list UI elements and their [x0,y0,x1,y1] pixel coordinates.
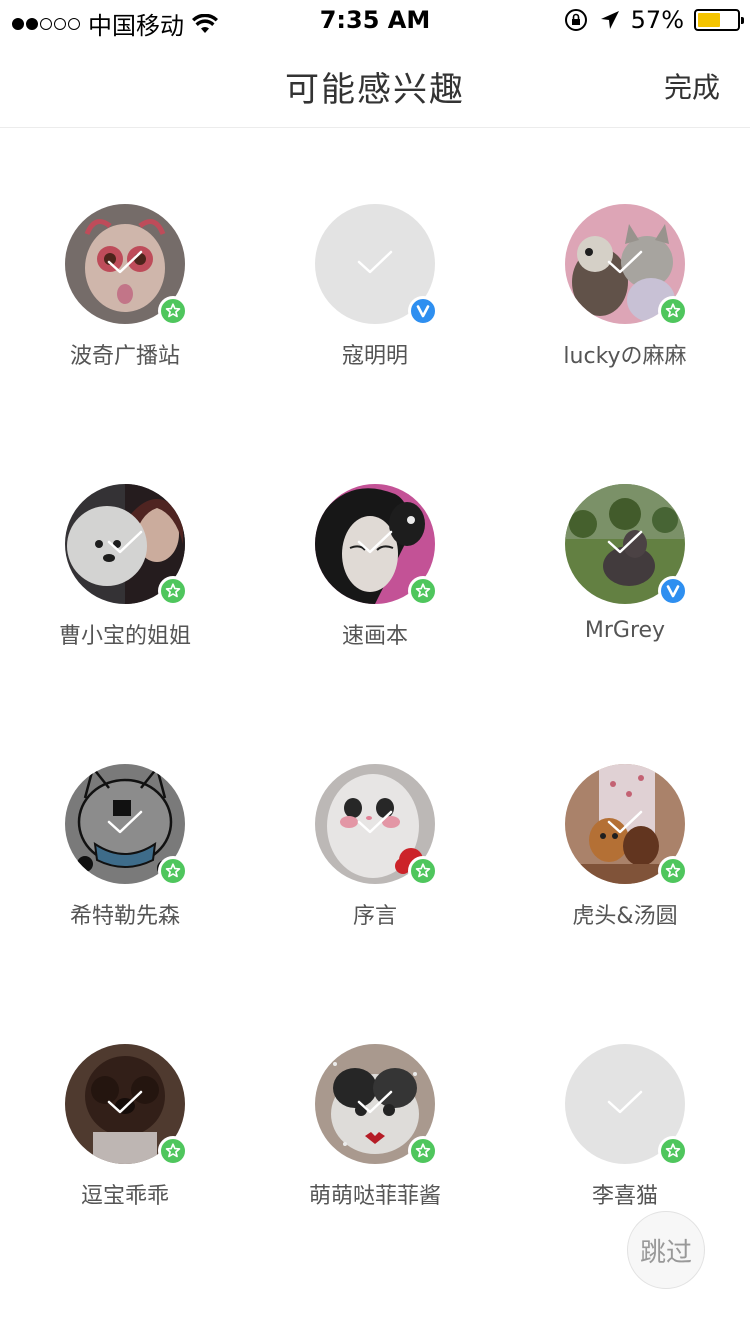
star-badge-icon [415,1143,431,1158]
star-badge [158,1136,188,1166]
star-badge-icon [665,863,681,878]
star-badge [158,576,188,606]
verified-v-icon [666,585,680,598]
user-name: 序言 [352,904,397,929]
user-card[interactable]: 希特勒先森 [0,764,250,964]
avatar-container [315,204,438,326]
orientation-lock-icon [564,9,587,31]
star-badge-icon [165,303,181,318]
star-badge [658,856,688,886]
check-icon [357,530,393,554]
check-icon [107,810,143,834]
avatar-container [315,484,438,606]
check-icon [107,1090,143,1114]
star-badge-icon [165,583,181,598]
user-card[interactable]: 虎头&汤圆 [500,764,750,964]
avatar-container [315,1044,438,1166]
user-name: 速画本 [341,624,408,649]
check-icon [357,250,393,274]
verified-badge [408,296,438,326]
user-card[interactable]: 序言 [250,764,500,964]
battery-level-fill [698,13,720,27]
star-badge [408,1136,438,1166]
user-card[interactable]: luckyの麻麻 [500,204,750,404]
avatar-container [65,204,188,326]
star-badge-icon [165,863,181,878]
check-icon [107,530,143,554]
user-name: MrGrey [584,618,666,643]
star-badge [408,576,438,606]
star-badge-icon [415,583,431,598]
check-icon [607,1090,643,1114]
skip-button[interactable]: 跳过 [627,1211,705,1289]
user-name: 曹小宝的姐姐 [58,624,191,649]
status-right: 57% [563,6,744,34]
page-title: 可能感兴趣 [285,70,465,110]
avatar-container [65,764,188,886]
star-badge-icon [415,863,431,878]
avatar-container [565,484,688,606]
user-name: 萌萌哒菲菲酱 [308,1184,441,1209]
check-icon [607,250,643,274]
star-badge-icon [665,303,681,318]
avatar-container [565,204,688,326]
verified-v-icon [416,305,430,318]
avatar-container [65,484,188,606]
star-badge [408,856,438,886]
user-card[interactable]: 曹小宝的姐姐 [0,484,250,684]
star-badge [158,296,188,326]
user-name: 寇明明 [341,344,408,369]
user-card[interactable]: 波奇广播站 [0,204,250,404]
user-card[interactable]: 李喜猫 [500,1044,750,1244]
status-bar: 中国移动 7:35 AM 57% [0,0,750,40]
avatar-container [65,1044,188,1166]
user-card[interactable]: 逗宝乖乖 [0,1044,250,1244]
check-icon [357,1090,393,1114]
check-icon [607,530,643,554]
star-badge-icon [165,1143,181,1158]
avatar-container [315,764,438,886]
navigation-bar: 可能感兴趣 完成 [0,40,750,128]
battery-percentage: 57% [630,6,684,34]
star-badge [658,1136,688,1166]
avatar-container [565,764,688,886]
user-name: 李喜猫 [591,1184,658,1209]
check-icon [107,250,143,274]
star-badge [158,856,188,886]
user-name: luckyの麻麻 [563,344,687,369]
user-card[interactable]: 寇明明 [250,204,500,404]
user-card[interactable]: 萌萌哒菲菲酱 [250,1044,500,1244]
user-name: 逗宝乖乖 [80,1184,169,1209]
verified-badge [658,576,688,606]
done-button[interactable]: 完成 [664,66,720,106]
user-card[interactable]: 速画本 [250,484,500,684]
star-badge [658,296,688,326]
check-icon [357,810,393,834]
user-name: 虎头&汤圆 [572,904,678,929]
battery-icon [694,9,744,31]
star-badge-icon [665,1143,681,1158]
user-card[interactable]: MrGrey [500,484,750,684]
user-name: 波奇广播站 [69,344,180,369]
location-arrow-icon [600,11,619,29]
check-icon [607,810,643,834]
avatar-container [565,1044,688,1166]
user-name: 希特勒先森 [69,904,180,929]
